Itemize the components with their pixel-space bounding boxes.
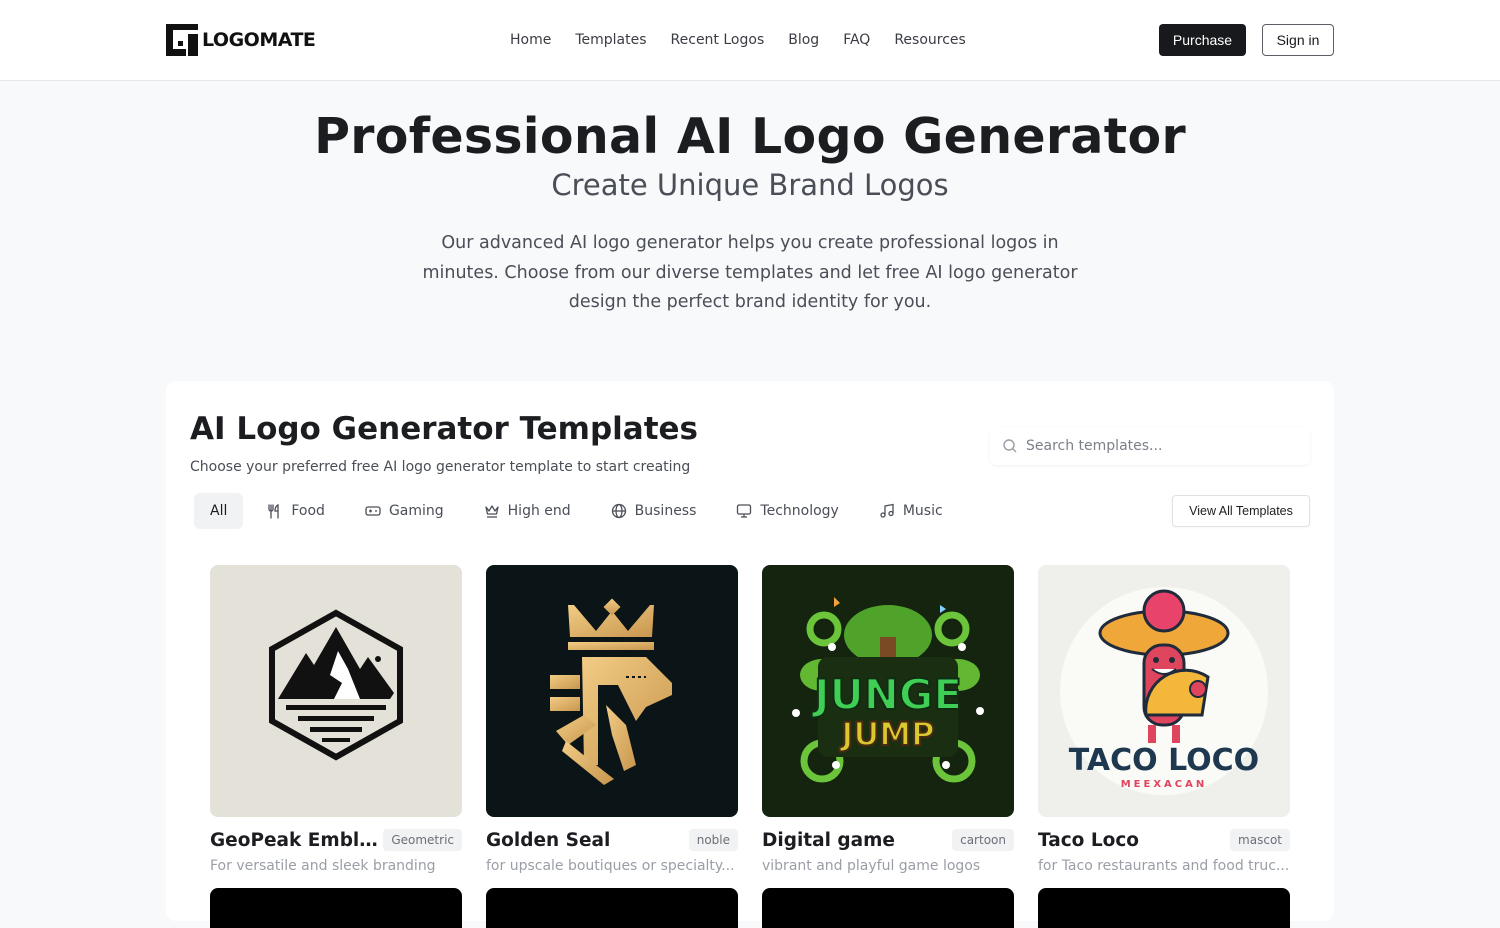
filter-all[interactable]: All	[194, 493, 244, 529]
templates-subtitle: Choose your preferred free AI logo gener…	[190, 459, 691, 475]
globe-icon	[611, 503, 626, 519]
card-description: vibrant and playful game logos	[762, 858, 981, 874]
nav-home[interactable]: Home	[510, 30, 551, 50]
logo[interactable]: LOGOMATE	[166, 24, 316, 56]
site-header: LOGOMATE Home Templates Recent Logos Blo…	[0, 0, 1500, 81]
filter-label: All	[210, 503, 228, 519]
filter-label: High end	[507, 503, 571, 519]
jungle-jump-game-logo-image[interactable]: JUNGE JUMP	[762, 565, 1014, 817]
jump-title-text: JUMP	[839, 715, 934, 753]
template-card-thumb-partial[interactable]	[486, 888, 738, 928]
template-card[interactable]: TACO LOCO MEEXACAN Taco Loco mascot for …	[1038, 565, 1290, 874]
mountain-hexagon-emblem-image[interactable]	[210, 565, 462, 817]
card-tag: noble	[688, 829, 738, 851]
filter-label: Food	[291, 503, 325, 519]
golden-lion-crown-image[interactable]	[486, 565, 738, 817]
category-filters: All Food Gaming High end Business Techno…	[194, 493, 967, 529]
card-tag: cartoon	[952, 829, 1014, 851]
sign-in-button[interactable]: Sign in	[1262, 24, 1334, 56]
filter-food[interactable]: Food	[251, 493, 341, 529]
purchase-button[interactable]: Purchase	[1159, 24, 1246, 56]
hero-description: Our advanced AI logo generator helps you…	[422, 233, 1078, 312]
taco-mascot-image[interactable]: TACO LOCO MEEXACAN	[1038, 565, 1290, 817]
nav-templates[interactable]: Templates	[575, 30, 646, 50]
taco-mascot-icon: TACO LOCO MEEXACAN	[1060, 587, 1268, 795]
card-description: For versatile and sleek branding	[210, 858, 436, 874]
jungle-game-logo-icon: JUNGE JUMP	[792, 597, 984, 783]
template-card[interactable]: JUNGE JUMP Digital game cartoon vibrant …	[762, 565, 1014, 874]
template-grid: GeoPeak Embl... Geometric For versatile …	[210, 565, 1290, 874]
next-row-cards	[210, 888, 1290, 928]
search-icon	[1003, 439, 1017, 453]
filter-label: Technology	[760, 503, 839, 519]
lion-crown-icon	[550, 598, 672, 785]
template-card-thumb-partial[interactable]	[210, 888, 462, 928]
templates-panel: AI Logo Generator Templates Choose your …	[166, 381, 1334, 928]
main-nav: Home Templates Recent Logos Blog FAQ Res…	[510, 30, 990, 50]
template-card-thumb-partial[interactable]	[762, 888, 1014, 928]
filter-technology[interactable]: Technology	[720, 493, 854, 529]
crown-icon	[485, 505, 499, 518]
filter-label: Business	[634, 503, 697, 519]
gamepad-icon	[365, 506, 381, 516]
monitor-icon	[737, 504, 752, 518]
search-box[interactable]	[990, 427, 1310, 465]
template-card[interactable]: Golden Seal noble for upscale boutiques …	[486, 565, 738, 874]
filter-music[interactable]: Music	[863, 493, 959, 529]
mountain-emblem-icon	[269, 609, 403, 761]
filter-label: Gaming	[388, 503, 444, 519]
card-title: GeoPeak Embl...	[210, 829, 380, 851]
taco-loco-text: TACO LOCO	[1069, 743, 1259, 778]
utensils-icon	[268, 503, 280, 519]
nav-recent-logos[interactable]: Recent Logos	[671, 30, 765, 50]
nav-blog[interactable]: Blog	[788, 30, 819, 50]
card-description: for Taco restaurants and food truc...	[1038, 858, 1290, 874]
filter-gaming[interactable]: Gaming	[349, 493, 460, 529]
card-description: for upscale boutiques or specialty...	[486, 858, 735, 874]
templates-title: AI Logo Generator Templates	[190, 411, 699, 447]
hero-subtitle: Create Unique Brand Logos	[551, 168, 949, 202]
jungle-title-text: JUNGE	[811, 670, 962, 719]
logo-text: LOGOMATE	[202, 29, 316, 51]
hero-title: Professional AI Logo Generator	[314, 108, 1186, 165]
search-input[interactable]	[1026, 438, 1286, 454]
card-tag: mascot	[1230, 829, 1290, 851]
filter-label: Music	[902, 503, 943, 519]
template-card[interactable]: GeoPeak Embl... Geometric For versatile …	[210, 565, 462, 874]
mexican-text: MEEXACAN	[1121, 779, 1208, 790]
template-card-thumb-partial[interactable]	[1038, 888, 1290, 928]
card-title: Digital game	[762, 829, 895, 851]
card-title: Taco Loco	[1038, 829, 1140, 851]
nav-resources[interactable]: Resources	[894, 30, 966, 50]
card-tag: Geometric	[383, 829, 462, 851]
nav-faq[interactable]: FAQ	[843, 30, 870, 50]
filter-business[interactable]: Business	[595, 493, 713, 529]
view-all-templates-button[interactable]: View All Templates	[1172, 495, 1310, 527]
music-icon	[880, 503, 894, 518]
logo-mark-icon	[166, 24, 198, 56]
card-title: Golden Seal	[486, 829, 611, 851]
filter-high-end[interactable]: High end	[468, 493, 587, 529]
